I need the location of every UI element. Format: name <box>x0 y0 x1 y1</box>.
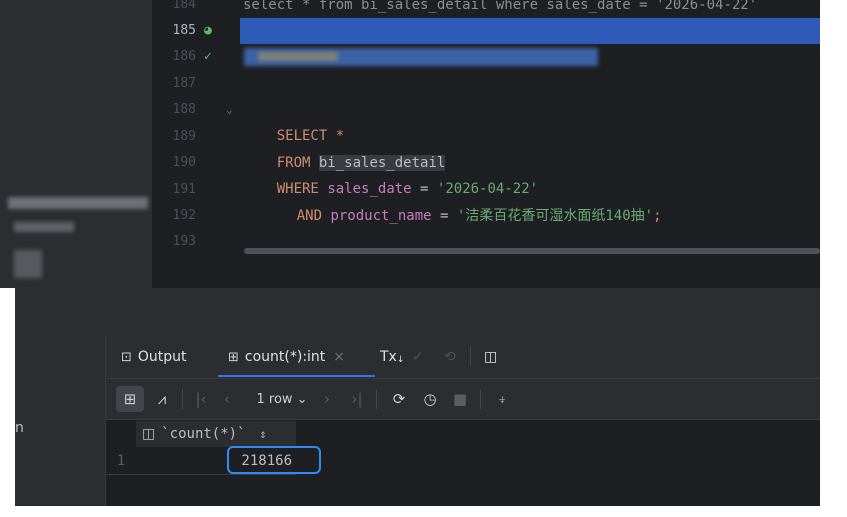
active-tab-indicator <box>218 375 375 377</box>
row-divider <box>106 474 296 475</box>
line-number: 189 <box>172 129 196 144</box>
code-line-184: select * from bi_sales_detail where sale… <box>243 0 758 13</box>
line-number: 190 <box>172 155 196 170</box>
rows-selector[interactable]: 1 row ⌄ <box>252 379 312 419</box>
truncated-text: n <box>15 420 24 436</box>
scrollbar-thumb[interactable] <box>244 248 820 254</box>
blurred-line <box>258 52 338 61</box>
line-number: 185 <box>172 23 196 38</box>
column-icon: ◫ <box>142 426 156 442</box>
next-page-icon[interactable]: › <box>318 379 336 419</box>
previous-page-icon[interactable]: ‹ <box>218 379 236 419</box>
tx-mode-button[interactable]: Tx ↓ <box>380 336 404 378</box>
layout-icon[interactable]: ◫ <box>484 336 497 378</box>
panel-separator <box>15 288 820 336</box>
sort-icon[interactable]: ⇕ <box>260 427 267 441</box>
fold-chevron-icon[interactable]: ⌄ <box>226 97 233 123</box>
annotation-highlight-box <box>227 446 321 474</box>
horizontal-scrollbar[interactable] <box>240 246 820 258</box>
line-number: 188 <box>172 102 196 117</box>
tab-output[interactable]: ⊡ Output <box>121 336 187 378</box>
table-view-icon[interactable]: ⊞ <box>116 386 144 412</box>
line-number: 192 <box>172 208 196 223</box>
rollback-icon[interactable]: ⟲ <box>444 336 456 378</box>
line-number: 186 <box>172 49 196 64</box>
line-number: 187 <box>172 76 196 91</box>
chart-view-icon[interactable]: ⩘ <box>150 379 174 419</box>
row-number: 1 <box>116 453 126 469</box>
blurred-item <box>14 222 74 232</box>
execution-running-icon: ◕ <box>204 23 212 38</box>
last-page-icon[interactable]: ›| <box>346 379 368 419</box>
console-icon: ⊡ <box>121 349 132 365</box>
tab-result-count[interactable]: ⊞ count(*):int × <box>228 336 345 378</box>
table-icon: ⊞ <box>228 349 239 365</box>
history-icon[interactable]: ◷ <box>418 379 442 419</box>
commit-icon[interactable]: ✓ <box>412 336 424 378</box>
check-icon: ✓ <box>204 49 212 64</box>
result-tab-bar: ⊡ Output ⊞ count(*):int × Tx ↓ ✓ ⟲ ◫ <box>106 336 820 379</box>
close-icon[interactable]: × <box>333 349 345 365</box>
blurred-item <box>8 197 148 209</box>
stop-icon[interactable]: ■ <box>448 379 472 419</box>
refresh-icon[interactable]: ⟳ <box>386 379 412 419</box>
services-tree <box>15 336 106 506</box>
line-number: 193 <box>172 234 196 249</box>
sql-editor[interactable]: select * from bi_sales_detail where sale… <box>240 0 820 258</box>
project-panel <box>0 0 152 288</box>
editor-gutter: 184 185 186 187 188 189 190 191 192 193 … <box>152 0 240 258</box>
column-header-count[interactable]: ◫ `count(*)` ⇕ <box>136 421 296 447</box>
line-number: 184 <box>172 0 196 12</box>
first-page-icon[interactable]: |‹ <box>190 379 212 419</box>
blurred-item <box>14 250 42 278</box>
line-number: 191 <box>172 182 196 197</box>
editor-bottom-strip <box>152 258 820 288</box>
grid-toolbar: ⊞ ⩘ |‹ ‹ 1 row ⌄ › ›| ⟳ ◷ ■ ⍖ <box>106 379 820 420</box>
current-line-highlight <box>240 18 820 44</box>
code-line-191: AND product_name = '洁柔百花香可湿水面纸140抽'; <box>296 208 662 224</box>
pin-icon[interactable]: ⍖ <box>490 379 514 419</box>
